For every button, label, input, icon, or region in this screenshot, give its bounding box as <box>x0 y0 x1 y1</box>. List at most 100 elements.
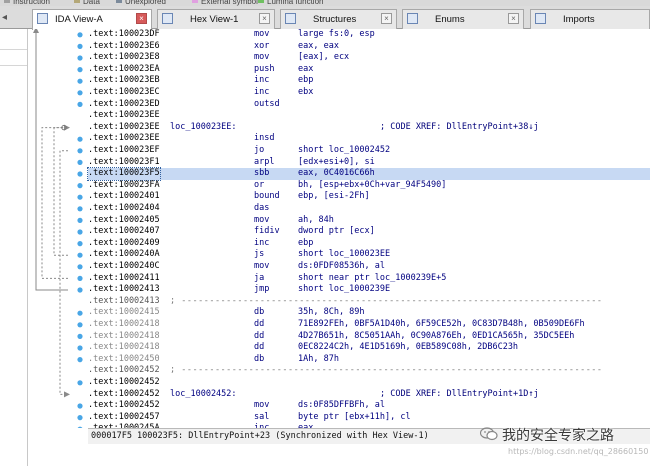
operands: eax, eax <box>298 40 339 51</box>
address: .text:10002411 <box>88 272 160 283</box>
breakpoint-dot <box>77 194 83 200</box>
operands: large fs:0, esp <box>298 29 375 39</box>
tab-hex-view-1[interactable]: Hex View-1 × <box>157 9 275 29</box>
listing-row-selected[interactable]: .text:100023F5 sbb eax, 0C4016C66h <box>87 167 650 181</box>
legend-swatch <box>258 0 264 3</box>
breakpoint-dot <box>77 345 83 351</box>
listing-row[interactable]: .text:10002452 <box>88 377 650 389</box>
mnemonic: mov <box>254 29 270 39</box>
listing-row[interactable]: .text:10002452 mov ds:0F85DFFBFh, al <box>88 400 650 412</box>
listing-row[interactable]: .text:10002452 ; ------------------------… <box>88 365 650 377</box>
listing-row[interactable]: .text:10002452 loc_10002452: ; CODE XREF: … <box>88 389 650 401</box>
listing-row[interactable]: .text:10002405 mov ah, 84h <box>88 215 650 227</box>
listing-row[interactable]: .text:100023EE insd <box>88 133 650 145</box>
mnemonic: db <box>254 353 265 364</box>
panel-divider <box>0 65 27 66</box>
xref-comment: ; CODE XREF: DllEntryPoint+1D↑j <box>380 388 539 399</box>
close-icon[interactable]: × <box>381 13 392 24</box>
mnemonic: inc <box>254 75 270 86</box>
close-icon[interactable]: × <box>508 13 519 24</box>
mnemonic: outsd <box>254 98 280 109</box>
listing-row[interactable]: .text:100023EE loc_100023EE: ; CODE XREF: … <box>88 122 650 134</box>
address: .text:100023EF <box>88 145 160 155</box>
code-label: loc_10002452: <box>170 388 237 399</box>
listing-row[interactable]: .text:100023EC inc ebx <box>88 87 650 99</box>
mnemonic: jo <box>254 145 265 155</box>
listing-row[interactable]: .text:10002450 db 1Ah, 87h <box>88 354 650 366</box>
flow-arrow-dashed <box>41 127 68 279</box>
listing-row[interactable]: .text:10002409 inc ebp <box>88 238 650 250</box>
address: .text:10002418 <box>88 319 160 329</box>
address: .text:1000240A <box>88 249 160 260</box>
close-icon[interactable]: × <box>259 13 270 24</box>
listing-row[interactable]: .text:100023DF mov large fs:0, esp <box>88 29 650 41</box>
operands: ds:0FDF08536h, al <box>298 261 385 271</box>
flow-arrow-up <box>35 29 68 291</box>
disassembly-listing[interactable]: .text:100023DF mov large fs:0, esp .text:10… <box>87 29 650 433</box>
listing-row[interactable]: .text:10002411 ja short near ptr loc_10002… <box>88 273 650 285</box>
listing-row[interactable]: .text:100023FA or bh, [esp+ebx+0Ch+var_94F… <box>88 180 650 192</box>
address: .text:10002407 <box>88 226 160 237</box>
watermark: 我的安全专家之路 https://blog.csdn.net/qq_286601… <box>478 425 648 463</box>
tab-enums[interactable]: Enums × <box>402 9 524 29</box>
address: .text:10002457 <box>88 411 160 422</box>
address: .text:100023E8 <box>88 52 160 63</box>
listing-row[interactable]: .text:100023EE <box>88 110 650 122</box>
imports-icon <box>535 13 546 24</box>
address: .text:100023E6 <box>88 40 160 51</box>
listing-row[interactable]: .text:100023EF jo short loc_10002452 <box>88 145 650 157</box>
listing-row[interactable]: .text:10002418 dd 0EC8224C2h, 4E1D5169h, 0… <box>88 342 650 354</box>
breakpoint-dot <box>77 241 83 247</box>
listing-row[interactable]: .text:10002413 jmp short loc_1000239E <box>88 284 650 296</box>
listing-row[interactable]: .text:10002418 dd 4D27B651h, 8C5051AAh, 0C… <box>88 331 650 343</box>
address: .text:100023F5 <box>87 167 161 181</box>
listing-row[interactable]: .text:10002457 sal byte ptr [ebx+11h], cl <box>88 412 650 424</box>
tab-label: IDA View-A <box>55 14 103 25</box>
breakpoint-dot <box>77 229 83 235</box>
operands: byte ptr [ebx+11h], cl <box>298 411 411 422</box>
listing-row[interactable]: .text:1000240A js short loc_100023EE <box>88 249 650 261</box>
listing-row[interactable]: .text:10002413 ; ------------------------… <box>88 296 650 308</box>
breakpoint-dot <box>77 55 83 61</box>
address: .text:10002413 <box>88 295 160 306</box>
close-icon[interactable]: × <box>136 13 147 24</box>
operands: short loc_10002452 <box>298 145 391 155</box>
tab-ida-view-a[interactable]: IDA View-A × <box>32 9 152 30</box>
listing-row[interactable]: .text:10002404 das <box>88 203 650 215</box>
tab-label: Imports <box>563 14 595 25</box>
operands: [eax], ecx <box>298 52 350 63</box>
tab-imports[interactable]: Imports <box>530 9 650 29</box>
listing-row[interactable]: .text:1000240C mov ds:0FDF08536h, al <box>88 261 650 273</box>
breakpoint-dot <box>77 90 83 96</box>
arrow-head-icon <box>64 391 70 398</box>
address: .text:100023EC <box>88 87 160 97</box>
operands: 71E892FEh, 0BF5A1D40h, 6F59CE52h, 0C83D7… <box>298 319 585 329</box>
listing-row[interactable]: .text:10002407 fidiv dword ptr [ecx] <box>88 226 650 238</box>
breakpoint-dot <box>77 357 83 363</box>
breakpoint-dot <box>77 32 83 38</box>
breakpoint-dot <box>77 333 83 339</box>
address: .text:100023FA <box>88 179 160 190</box>
listing-row[interactable]: .text:100023EB inc ebp <box>88 75 650 87</box>
operands: ds:0F85DFFBFh, al <box>298 400 385 411</box>
mnemonic: or <box>254 179 265 190</box>
listing-row[interactable]: .text:100023F1 arpl [edx+esi+0], si <box>88 157 650 169</box>
address: .text:10002418 <box>88 330 160 341</box>
listing-row[interactable]: .text:10002415 db 35h, 8Ch, 89h <box>88 307 650 319</box>
listing-row[interactable]: .text:100023E8 mov [eax], ecx <box>88 52 650 64</box>
listing-row[interactable]: .text:10002418 dd 71E892FEh, 0BF5A1D40h, 6… <box>88 319 650 331</box>
ida-view-icon <box>37 13 48 24</box>
breakpoint-dot <box>77 171 83 177</box>
breakpoint-dot <box>77 287 83 293</box>
operands: ebp <box>298 75 314 86</box>
listing-row[interactable]: .text:10002401 bound ebp, [esi-2Fh] <box>88 191 650 203</box>
address: .text:100023F1 <box>88 156 160 167</box>
breakpoint-dot <box>77 252 83 258</box>
listing-row[interactable]: .text:100023ED outsd <box>88 99 650 111</box>
listing-row[interactable]: .text:100023E6 xor eax, eax <box>88 41 650 53</box>
listing-row[interactable]: .text:100023EA push eax <box>88 64 650 76</box>
separator-comment: ; --------------------------------------… <box>170 365 603 376</box>
tab-label: Hex View-1 <box>190 14 239 25</box>
operands: ebp <box>298 237 314 248</box>
tab-structures[interactable]: Structures × <box>280 9 397 29</box>
